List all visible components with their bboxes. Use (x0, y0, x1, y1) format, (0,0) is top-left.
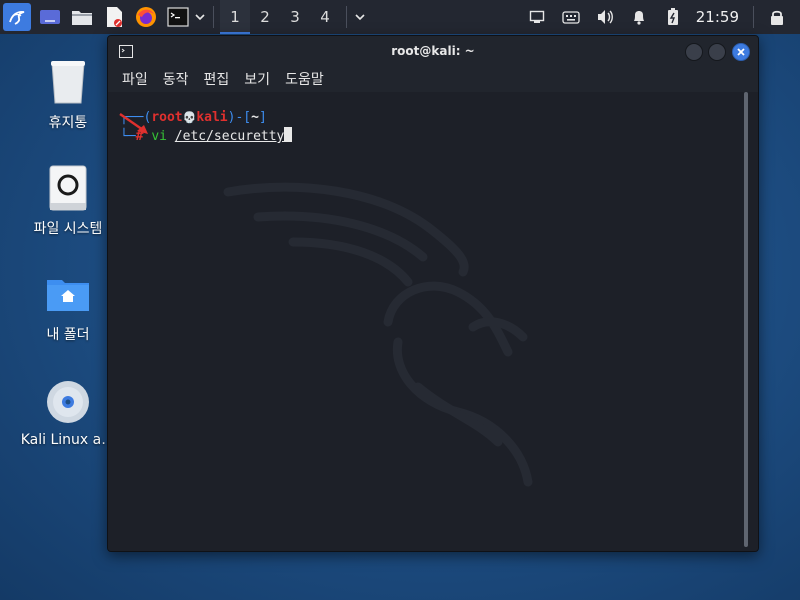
workspace-label: 4 (320, 8, 330, 26)
battery-tray-button[interactable] (660, 0, 686, 34)
trash-icon (44, 58, 92, 106)
prompt-frame-close: ] (258, 110, 267, 125)
panel-clock[interactable]: 21:59 (696, 8, 739, 26)
battery-charging-icon (667, 8, 678, 25)
folder-icon (72, 11, 92, 25)
terminal-output[interactable]: ┌──(root💀kali)-[~] └─# vi /etc/securetty (108, 92, 758, 551)
kali-dragon-icon (9, 10, 25, 25)
desktop-icon (40, 10, 60, 24)
system-tray: 21:59 (516, 0, 800, 34)
terminal-icon (167, 7, 189, 27)
workspace-2-button[interactable]: 2 (250, 0, 280, 34)
close-icon (737, 48, 745, 56)
text-editor-icon (107, 7, 122, 27)
prompt-frame-mid: )-[ (227, 110, 252, 125)
workspace-label: 1 (230, 8, 240, 26)
workspace-1-button[interactable]: 1 (220, 0, 250, 34)
show-desktop-launcher[interactable] (37, 4, 63, 30)
display-tray-button[interactable] (524, 0, 550, 34)
window-list-dropdown[interactable] (353, 4, 367, 30)
firefox-icon (136, 7, 156, 27)
menu-file[interactable]: 파일 (122, 69, 148, 89)
menu-view[interactable]: 보기 (244, 69, 270, 89)
menu-help[interactable]: 도움말 (285, 69, 324, 89)
minimize-button[interactable] (685, 43, 703, 61)
prompt-user: root (151, 110, 183, 125)
notifications-tray-button[interactable] (626, 0, 652, 34)
lock-screen-button[interactable] (764, 0, 790, 34)
panel-separator (213, 6, 214, 28)
terminal-titlebar[interactable]: root@kali: ~ (108, 36, 758, 66)
terminal-menubar: 파일 동작 편집 보기 도움말 (108, 66, 758, 92)
prompt-host: kali (196, 110, 228, 125)
terminal-window[interactable]: root@kali: ~ 파일 동작 편집 보기 도움말 ┌──(root💀ka… (107, 35, 759, 552)
workspace-label: 2 (260, 8, 270, 26)
disc-icon (44, 378, 92, 426)
lock-icon (771, 10, 783, 25)
home-folder-icon (44, 270, 92, 318)
terminal-launcher[interactable] (165, 4, 191, 30)
firefox-launcher[interactable] (133, 4, 159, 30)
scrollbar[interactable] (744, 92, 748, 547)
text-cursor (284, 127, 293, 142)
maximize-button[interactable] (708, 43, 726, 61)
workspace-4-button[interactable]: 4 (310, 0, 340, 34)
panel-separator (346, 6, 347, 28)
text-editor-launcher[interactable] (101, 4, 127, 30)
workspace-label: 3 (290, 8, 300, 26)
keyboard-icon (562, 10, 580, 24)
top-panel: 1 2 3 4 21:59 (0, 0, 800, 34)
command-argument: /etc/securetty (174, 129, 285, 144)
volume-tray-button[interactable] (592, 0, 618, 34)
kali-dragon-watermark (223, 182, 533, 487)
chevron-down-icon (195, 14, 205, 21)
file-manager-launcher[interactable] (69, 4, 95, 30)
chevron-down-icon (355, 14, 365, 21)
red-arrow-annotation-icon (119, 113, 148, 134)
keyboard-tray-button[interactable] (558, 0, 584, 34)
speaker-icon (597, 10, 613, 24)
close-button[interactable] (732, 43, 750, 61)
menu-edit[interactable]: 편집 (204, 69, 230, 89)
menu-actions[interactable]: 동작 (163, 69, 189, 89)
kali-menu-button[interactable] (3, 3, 31, 31)
skull-icon: 💀 (182, 111, 197, 124)
workspace-3-button[interactable]: 3 (280, 0, 310, 34)
terminal-launcher-dropdown[interactable] (193, 4, 207, 30)
display-icon (529, 10, 544, 23)
bell-icon (633, 11, 644, 25)
panel-separator (753, 6, 754, 28)
prompt-dir: ~ (251, 110, 259, 125)
drive-icon (44, 164, 92, 212)
window-title: root@kali: ~ (391, 44, 475, 58)
